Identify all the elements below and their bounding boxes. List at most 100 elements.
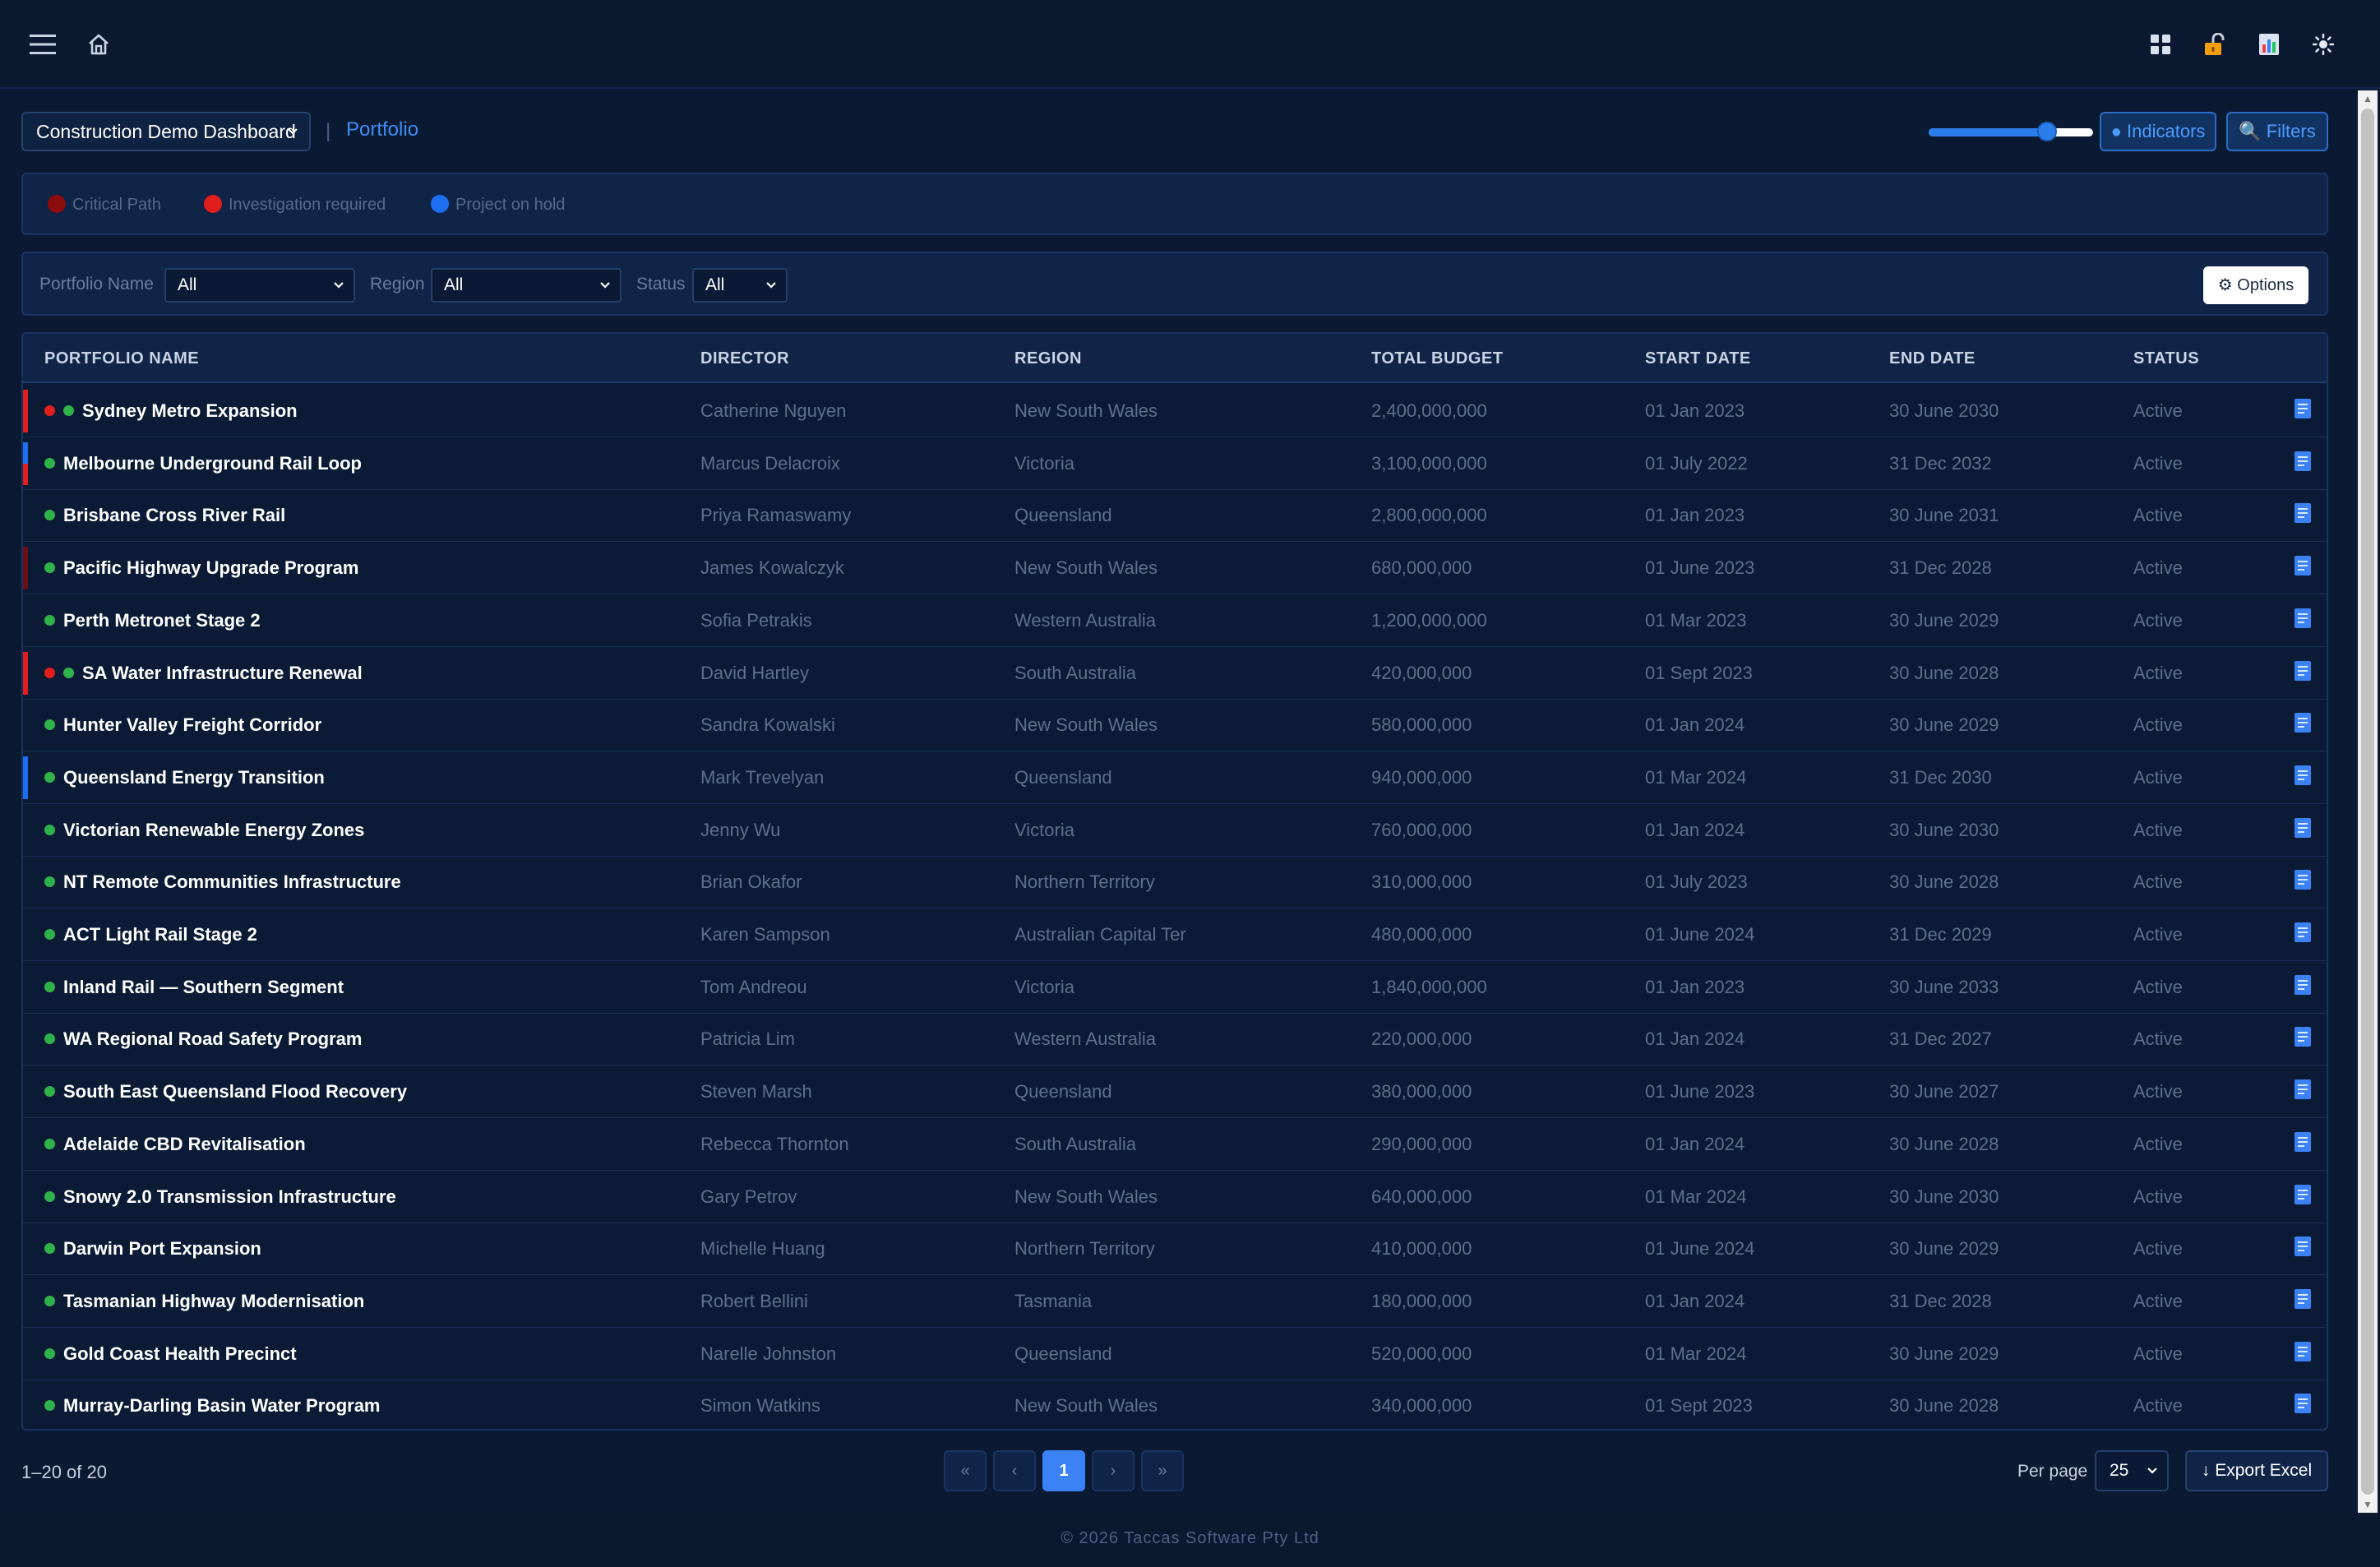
- portfolio-name-cell[interactable]: ACT Light Rail Stage 2: [44, 908, 257, 961]
- document-icon[interactable]: [2294, 817, 2312, 839]
- portfolio-name[interactable]: Melbourne Underground Rail Loop: [63, 453, 362, 474]
- table-row[interactable]: Tasmanian Highway Modernisation Robert Be…: [23, 1275, 2327, 1328]
- document-icon[interactable]: [2294, 1079, 2312, 1100]
- table-row[interactable]: ACT Light Rail Stage 2 Karen Sampson Austr…: [23, 908, 2327, 961]
- document-icon[interactable]: [2294, 1184, 2312, 1205]
- table-row[interactable]: Darwin Port Expansion Michelle Huang North…: [23, 1223, 2327, 1276]
- last-page-button[interactable]: »: [1141, 1450, 1184, 1491]
- col-end-date[interactable]: END DATE: [1889, 334, 1976, 383]
- col-region[interactable]: REGION: [1014, 334, 1082, 383]
- portfolio-name-cell[interactable]: Tasmanian Highway Modernisation: [44, 1275, 364, 1328]
- unlock-icon[interactable]: [2194, 25, 2234, 64]
- table-row[interactable]: Brisbane Cross River Rail Priya Ramaswamy…: [23, 489, 2327, 543]
- portfolio-name-cell[interactable]: Pacific Highway Upgrade Program: [44, 542, 358, 594]
- portfolio-name-cell[interactable]: South East Queensland Flood Recovery: [44, 1065, 407, 1118]
- col-director[interactable]: DIRECTOR: [700, 334, 789, 383]
- portfolio-name[interactable]: WA Regional Road Safety Program: [63, 1028, 362, 1049]
- region-select[interactable]: All: [431, 268, 622, 303]
- table-row[interactable]: Perth Metronet Stage 2 Sofia Petrakis West…: [23, 594, 2327, 647]
- table-row[interactable]: Victorian Renewable Energy Zones Jenny Wu…: [23, 804, 2327, 857]
- table-row[interactable]: Inland Rail — Southern Segment Tom Andreo…: [23, 961, 2327, 1014]
- scroll-thumb[interactable]: [2361, 109, 2374, 1495]
- table-row[interactable]: Queensland Energy Transition Mark Trevely…: [23, 751, 2327, 804]
- indicators-button[interactable]: ● Indicators: [2100, 112, 2216, 151]
- table-row[interactable]: WA Regional Road Safety Program Patricia …: [23, 1013, 2327, 1066]
- portfolio-name-cell[interactable]: Queensland Energy Transition: [44, 751, 325, 804]
- col-portfolio-name[interactable]: PORTFOLIO NAME: [44, 334, 199, 383]
- portfolio-name[interactable]: Victorian Renewable Energy Zones: [63, 820, 364, 840]
- portfolio-name[interactable]: SA Water Infrastructure Renewal: [82, 663, 363, 683]
- portfolio-name[interactable]: Gold Coast Health Precinct: [63, 1343, 297, 1364]
- table-row[interactable]: Adelaide CBD Revitalisation Rebecca Thorn…: [23, 1118, 2327, 1171]
- vertical-scrollbar[interactable]: ▲ ▼: [2358, 90, 2378, 1513]
- portfolio-name[interactable]: Snowy 2.0 Transmission Infrastructure: [63, 1186, 396, 1207]
- document-icon[interactable]: [2294, 765, 2312, 786]
- next-page-button[interactable]: ›: [1092, 1450, 1135, 1491]
- portfolio-name[interactable]: Pacific Highway Upgrade Program: [63, 557, 358, 578]
- portfolio-name-cell[interactable]: Sydney Metro Expansion: [44, 385, 298, 437]
- status-select[interactable]: All: [692, 268, 788, 303]
- portfolio-name[interactable]: Inland Rail — Southern Segment: [63, 977, 344, 997]
- portfolio-name-cell[interactable]: Hunter Valley Freight Corridor: [44, 699, 321, 751]
- table-row[interactable]: Pacific Highway Upgrade Program James Kow…: [23, 542, 2327, 595]
- grid-icon[interactable]: [2141, 25, 2180, 64]
- prev-page-button[interactable]: ‹: [993, 1450, 1036, 1491]
- col-total-budget[interactable]: TOTAL BUDGET: [1371, 334, 1503, 383]
- scroll-up-icon[interactable]: ▲: [2358, 90, 2378, 107]
- document-icon[interactable]: [2294, 1131, 2312, 1153]
- per-page-select[interactable]: 25: [2095, 1450, 2169, 1491]
- portfolio-name-cell[interactable]: Adelaide CBD Revitalisation: [44, 1118, 306, 1171]
- col-start-date[interactable]: START DATE: [1645, 334, 1751, 383]
- slider-thumb[interactable]: [2037, 122, 2057, 141]
- document-icon[interactable]: [2294, 869, 2312, 890]
- table-row[interactable]: South East Queensland Flood Recovery Stev…: [23, 1065, 2327, 1119]
- portfolio-name-cell[interactable]: SA Water Infrastructure Renewal: [44, 647, 363, 700]
- page-1-button[interactable]: 1: [1042, 1450, 1085, 1491]
- portfolio-name-cell[interactable]: Murray-Darling Basin Water Program: [44, 1380, 381, 1429]
- document-icon[interactable]: [2294, 712, 2312, 733]
- document-icon[interactable]: [2294, 398, 2312, 419]
- table-row[interactable]: Snowy 2.0 Transmission Infrastructure Gar…: [23, 1171, 2327, 1223]
- dashboard-select[interactable]: Construction Demo Dashboard: [21, 112, 311, 151]
- filters-button[interactable]: 🔍 Filters: [2226, 112, 2328, 151]
- breadcrumb[interactable]: Portfolio: [346, 118, 418, 141]
- portfolio-name[interactable]: Perth Metronet Stage 2: [63, 610, 261, 631]
- portfolio-name-cell[interactable]: Melbourne Underground Rail Loop: [44, 437, 362, 490]
- portfolio-name-cell[interactable]: WA Regional Road Safety Program: [44, 1013, 362, 1065]
- portfolio-name[interactable]: ACT Light Rail Stage 2: [63, 924, 257, 945]
- zoom-slider[interactable]: [1929, 122, 2093, 141]
- portfolio-name[interactable]: Adelaide CBD Revitalisation: [63, 1134, 306, 1154]
- portfolio-name[interactable]: Murray-Darling Basin Water Program: [63, 1395, 381, 1416]
- portfolio-name[interactable]: South East Queensland Flood Recovery: [63, 1081, 407, 1102]
- first-page-button[interactable]: «: [944, 1450, 987, 1491]
- table-row[interactable]: Melbourne Underground Rail Loop Marcus De…: [23, 437, 2327, 490]
- portfolio-name[interactable]: Tasmanian Highway Modernisation: [63, 1291, 364, 1311]
- portfolio-name[interactable]: Hunter Valley Freight Corridor: [63, 714, 321, 735]
- portfolio-name-cell[interactable]: Snowy 2.0 Transmission Infrastructure: [44, 1171, 396, 1223]
- document-icon[interactable]: [2294, 922, 2312, 943]
- col-status[interactable]: STATUS: [2133, 334, 2199, 383]
- portfolio-name-cell[interactable]: Brisbane Cross River Rail: [44, 489, 285, 542]
- portfolio-name-cell[interactable]: Gold Coast Health Precinct: [44, 1328, 297, 1380]
- report-icon[interactable]: [2249, 25, 2289, 64]
- document-icon[interactable]: [2294, 974, 2312, 996]
- table-row[interactable]: SA Water Infrastructure Renewal David Har…: [23, 647, 2327, 700]
- table-row[interactable]: Gold Coast Health Precinct Narelle Johnst…: [23, 1328, 2327, 1380]
- document-icon[interactable]: [2294, 1288, 2312, 1310]
- portfolio-name-cell[interactable]: Darwin Port Expansion: [44, 1223, 261, 1275]
- menu-icon[interactable]: [23, 25, 62, 64]
- portfolio-name-cell[interactable]: NT Remote Communities Infrastructure: [44, 856, 401, 908]
- table-row[interactable]: NT Remote Communities Infrastructure Bria…: [23, 856, 2327, 909]
- document-icon[interactable]: [2294, 1393, 2312, 1414]
- document-icon[interactable]: [2294, 502, 2312, 524]
- portfolio-name-cell[interactable]: Inland Rail — Southern Segment: [44, 961, 344, 1014]
- table-row[interactable]: Hunter Valley Freight Corridor Sandra Kow…: [23, 699, 2327, 752]
- options-button[interactable]: ⚙ Options: [2203, 266, 2308, 304]
- document-icon[interactable]: [2294, 1341, 2312, 1362]
- portfolio-name-cell[interactable]: Victorian Renewable Energy Zones: [44, 804, 364, 857]
- document-icon[interactable]: [2294, 608, 2312, 629]
- portfolio-name-cell[interactable]: Perth Metronet Stage 2: [44, 594, 261, 647]
- document-icon[interactable]: [2294, 451, 2312, 472]
- scroll-down-icon[interactable]: ▼: [2358, 1496, 2378, 1513]
- portfolio-name[interactable]: NT Remote Communities Infrastructure: [63, 871, 401, 892]
